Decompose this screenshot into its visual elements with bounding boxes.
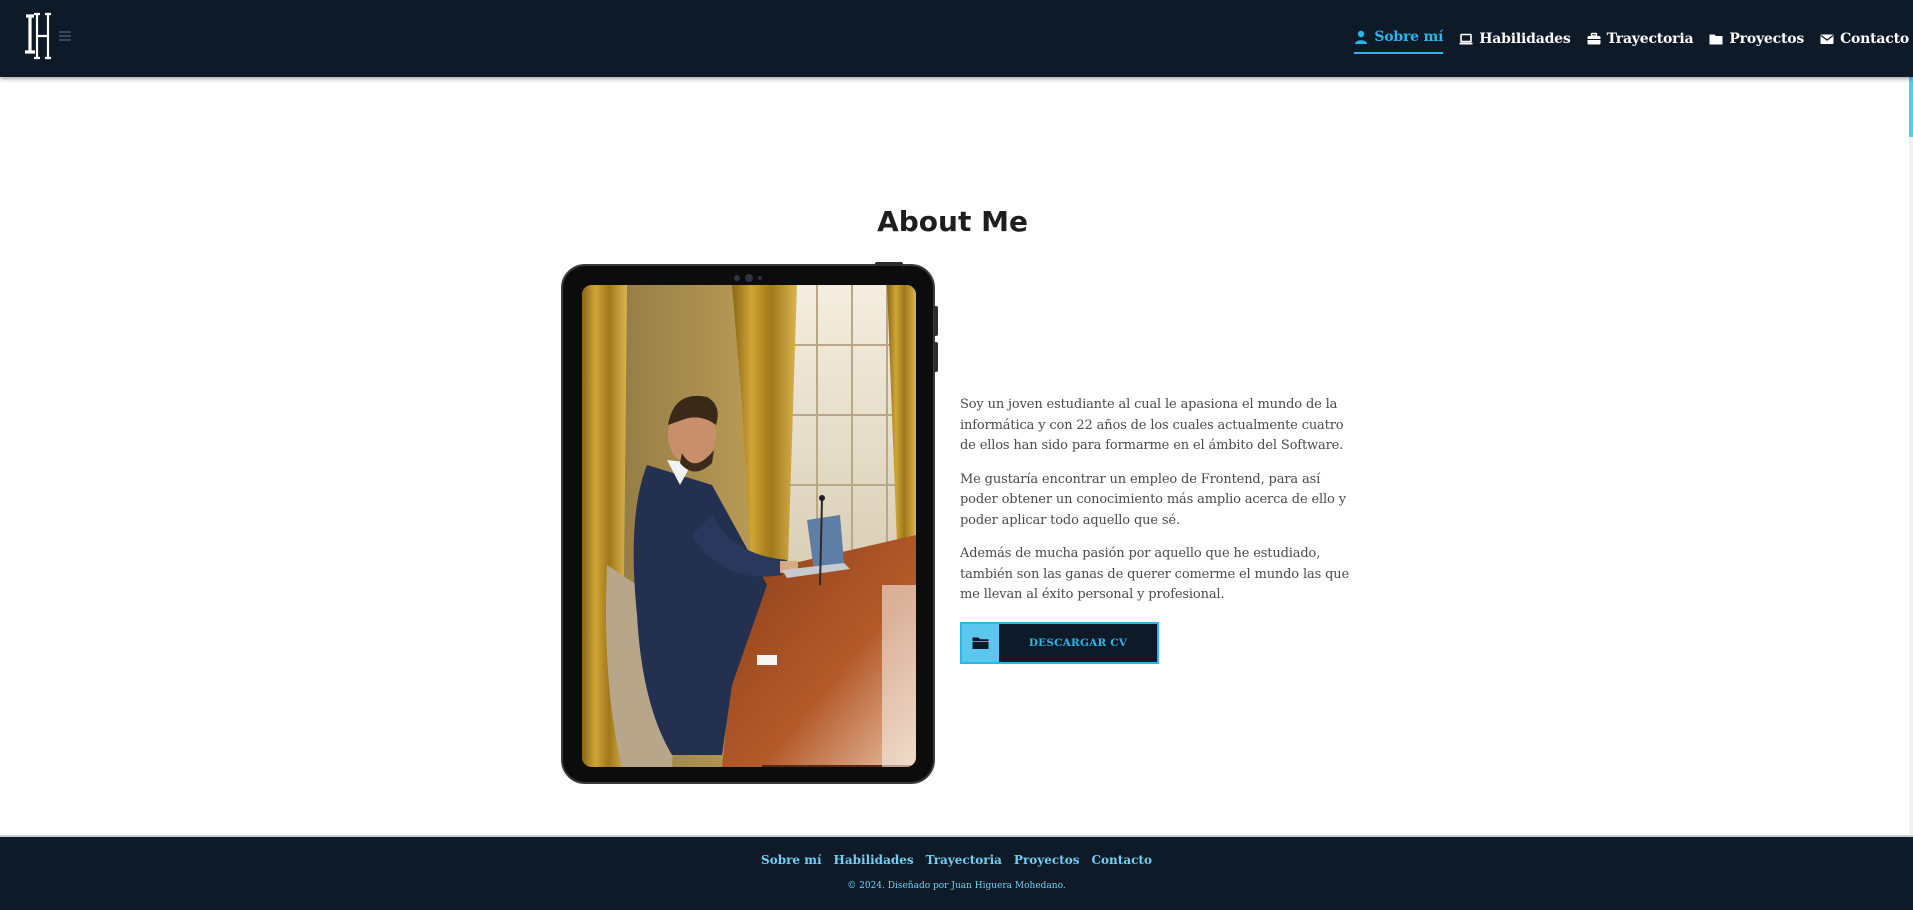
footer-link-contacto[interactable]: Contacto — [1092, 853, 1152, 867]
site-footer: Sobre mí Habilidades Trayectoria Proyect… — [0, 835, 1913, 910]
download-cv-label: DESCARGAR CV — [1028, 637, 1128, 649]
tablet-camera — [728, 274, 768, 282]
site-logo[interactable] — [22, 10, 54, 62]
profile-photo — [582, 285, 916, 767]
footer-link-sobre-mi[interactable]: Sobre mí — [761, 853, 821, 867]
about-paragraph-2: Me gustaría encontrar un empleo de Front… — [960, 471, 1346, 528]
tablet-volume-up — [934, 306, 938, 336]
nav-label-proyectos: Proyectos — [1729, 30, 1805, 47]
folder-icon — [962, 624, 999, 662]
nav-label-sobre-mi: Sobre mí — [1374, 29, 1444, 45]
nav-item-proyectos[interactable]: Proyectos — [1709, 24, 1804, 54]
folder-icon — [1709, 34, 1723, 44]
footer-copyright: © 2024. Diseñado por Juan Higuera Moheda… — [847, 881, 1066, 891]
nav-label-habilidades: Habilidades — [1479, 30, 1571, 47]
menu-toggle-icon[interactable] — [59, 31, 71, 41]
briefcase-icon — [1587, 32, 1601, 44]
nav-label-contacto: Contacto — [1840, 30, 1909, 47]
footer-link-proyectos[interactable]: Proyectos — [1014, 853, 1080, 867]
page-scrollbar[interactable] — [1909, 77, 1913, 835]
tablet-frame — [561, 262, 938, 784]
about-paragraph-3: Además de mucha pasión por aquello que h… — [960, 546, 1350, 602]
download-cv-button[interactable]: DESCARGAR CV — [960, 622, 1159, 664]
scrollbar-thumb[interactable] — [1909, 77, 1913, 137]
footer-link-habilidades[interactable]: Habilidades — [834, 853, 914, 867]
tablet-top-button — [875, 262, 903, 266]
footer-nav: Sobre mí Habilidades Trayectoria Proyect… — [0, 853, 1913, 867]
nav-label-trayectoria: Trayectoria — [1606, 30, 1694, 47]
section-title: About Me — [877, 205, 1028, 238]
laptop-icon — [1459, 33, 1473, 44]
about-description: Soy un joven estudiante al cual le apasi… — [960, 395, 1355, 619]
user-icon — [1355, 30, 1368, 44]
top-navbar: Sobre mí Habilidades Trayectoria Proyect… — [0, 0, 1913, 77]
nav-item-contacto[interactable]: Contacto — [1820, 24, 1909, 54]
about-paragraph-1: Soy un joven estudiante al cual le apasi… — [960, 397, 1344, 453]
nav-item-trayectoria[interactable]: Trayectoria — [1587, 24, 1694, 54]
footer-link-trayectoria[interactable]: Trayectoria — [926, 853, 1002, 867]
main-nav: Sobre mí Habilidades Trayectoria Proyect… — [1338, 0, 1909, 77]
tablet-volume-down — [934, 342, 938, 372]
nav-item-habilidades[interactable]: Habilidades — [1459, 24, 1571, 54]
nav-item-sobre-mi[interactable]: Sobre mí — [1354, 24, 1443, 54]
envelope-icon — [1820, 34, 1834, 44]
